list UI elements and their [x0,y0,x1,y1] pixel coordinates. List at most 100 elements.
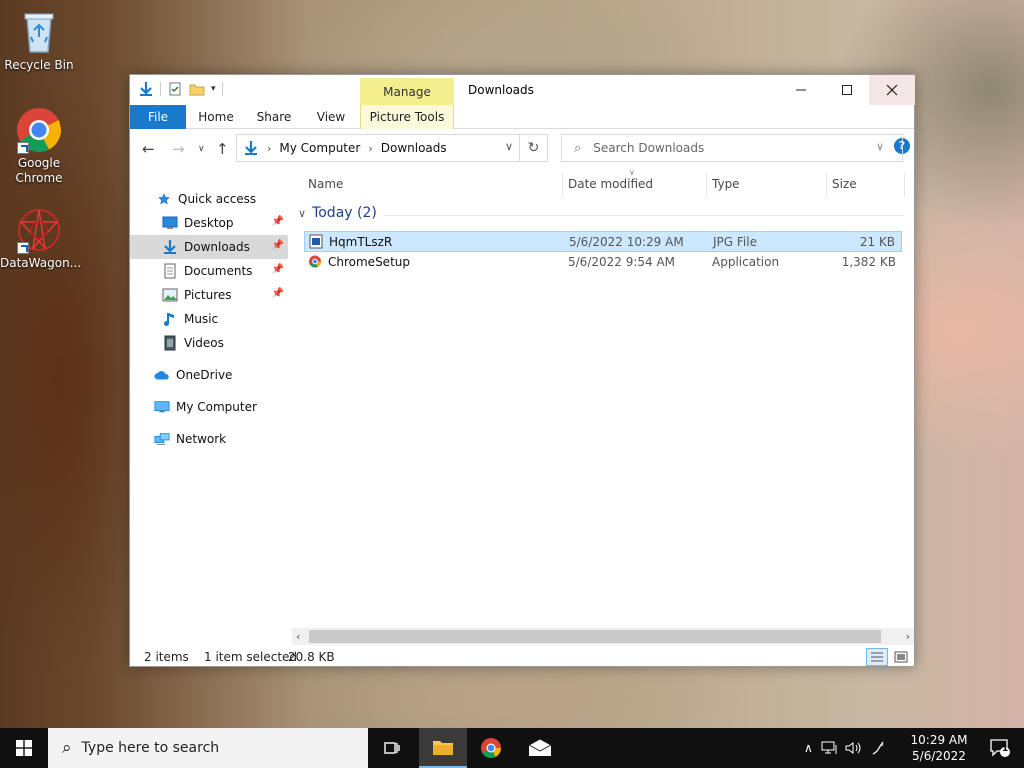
nav-item-pictures[interactable]: Pictures 📌 [130,283,288,307]
column-header-size[interactable]: Size [826,171,902,195]
nav-label: Videos [184,336,224,350]
scrollbar-thumb[interactable] [309,630,881,643]
chrome-icon [15,106,63,154]
task-view-button[interactable] [368,728,416,768]
desktop-icon [162,215,178,231]
shortcut-arrow-icon [17,142,29,154]
file-row-hqmtlszr[interactable]: HqmTLszR 5/6/2022 10:29 AM JPG File 21 K… [304,231,902,252]
group-divider [384,215,904,216]
documents-icon [162,263,178,279]
properties-icon[interactable] [167,81,183,97]
taskbar-search-box[interactable]: ⌕ Type here to search [48,728,368,768]
computer-icon [154,399,170,415]
chevron-up-icon[interactable]: ∧ [804,741,813,755]
downloads-arrow-icon [162,239,178,255]
tab-share[interactable]: Share [248,105,300,129]
nav-item-downloads[interactable]: Downloads 📌 [130,235,288,259]
nav-label: Quick access [178,192,257,206]
file-type: Application [712,255,780,269]
tab-file[interactable]: File [130,105,186,129]
taskbar-mail[interactable] [516,728,564,768]
network-icon[interactable] [821,741,839,755]
navigation-bar: ← → ∨ ↑ › My Computer › Downloads ∨ ↻ ⌕ … [130,133,914,165]
maximize-button[interactable] [824,75,870,105]
pen-icon[interactable] [871,740,887,756]
up-button[interactable]: ↑ [216,140,229,158]
file-row-chromesetup[interactable]: ChromeSetup 5/6/2022 9:54 AM Application… [304,252,902,273]
search-icon: ⌕ [574,140,582,156]
address-bar[interactable]: › My Computer › Downloads ∨ ↻ [236,134,548,162]
navigation-pane: Quick access Desktop 📌 Downloads 📌 Docum… [130,173,290,631]
action-center-button[interactable]: 1 [976,728,1024,768]
clock[interactable]: 10:29 AM 5/6/2022 [906,732,972,764]
pin-icon: 📌 [271,216,284,227]
title-bar[interactable]: ▾ Manage Downloads [130,75,915,105]
nav-item-music[interactable]: Music [130,307,288,331]
downloads-arrow-icon [243,140,259,156]
desktop-icon-google-chrome[interactable]: Google Chrome [0,106,78,186]
star-icon [156,191,172,207]
horizontal-scrollbar[interactable]: ‹ › [292,628,914,645]
chevron-down-icon[interactable]: ∨ [505,140,513,153]
recent-locations-button[interactable]: ∨ [198,144,205,154]
breadcrumb-downloads[interactable]: Downloads [381,141,447,155]
pin-icon: 📌 [271,240,284,251]
mail-icon [528,739,552,756]
desktop-icon-recycle-bin[interactable]: Recycle Bin [0,8,78,73]
nav-item-onedrive[interactable]: OneDrive [130,363,288,387]
file-name: ChromeSetup [328,255,410,269]
breadcrumb-my-computer[interactable]: My Computer [279,141,360,155]
scroll-right-icon[interactable]: › [906,628,910,645]
file-explorer-window: ▾ Manage Downloads File Home Share View … [129,74,915,667]
file-name: HqmTLszR [329,235,393,249]
details-view-button[interactable] [866,648,888,666]
nav-item-videos[interactable]: Videos [130,331,288,355]
group-header-today[interactable]: ∨ Today (2) [298,205,904,221]
network-icon [154,431,170,447]
volume-icon[interactable] [845,741,863,755]
qat-customize-icon[interactable]: ▾ [211,84,216,94]
tab-view[interactable]: View [306,105,356,129]
column-header-name[interactable]: Name [302,171,564,195]
nav-item-quick-access[interactable]: Quick access [130,187,288,211]
new-folder-icon[interactable] [189,81,205,97]
tab-manage[interactable]: Manage [360,78,454,105]
large-icons-view-icon [894,651,908,663]
file-date: 5/6/2022 9:54 AM [568,255,676,269]
nav-label: Pictures [184,288,232,302]
search-placeholder: Search Downloads [593,141,705,155]
column-header-type[interactable]: Type [706,171,826,195]
search-box[interactable]: ⌕ Search Downloads [561,134,903,162]
image-file-icon [309,234,323,249]
nav-label: Downloads [184,240,250,254]
nav-item-desktop[interactable]: Desktop 📌 [130,211,288,235]
forward-button[interactable]: → [172,140,185,158]
desktop-icon-datawagon[interactable]: DataWagon... [0,206,81,271]
tab-picture-tools[interactable]: Picture Tools [360,105,454,129]
back-button[interactable]: ← [142,140,155,158]
clock-time: 10:29 AM [910,733,968,747]
nav-item-network[interactable]: Network [130,427,288,451]
chevron-right-icon: › [267,141,272,155]
videos-icon [162,335,178,351]
nav-item-my-computer[interactable]: My Computer [130,395,288,419]
group-label: Today (2) [312,205,377,221]
desktop-icon-label: Recycle Bin [4,58,74,72]
taskbar-file-explorer[interactable] [419,728,467,768]
scroll-left-icon[interactable]: ‹ [296,628,300,645]
refresh-button[interactable]: ↻ [519,135,547,161]
minimize-button[interactable] [778,75,824,105]
large-icons-view-button[interactable] [890,648,912,666]
taskbar-chrome[interactable] [467,728,515,768]
pin-icon: 📌 [271,264,284,275]
nav-item-documents[interactable]: Documents 📌 [130,259,288,283]
nav-label: Documents [184,264,253,278]
window-title: Downloads [468,83,534,97]
chevron-down-icon: ∨ [298,206,307,220]
downloads-arrow-icon [138,81,154,97]
status-selected: 1 item selected [204,650,298,664]
file-date: 5/6/2022 10:29 AM [569,235,684,249]
tab-home[interactable]: Home [192,105,240,129]
start-button[interactable] [0,728,48,768]
close-button[interactable] [869,75,915,105]
